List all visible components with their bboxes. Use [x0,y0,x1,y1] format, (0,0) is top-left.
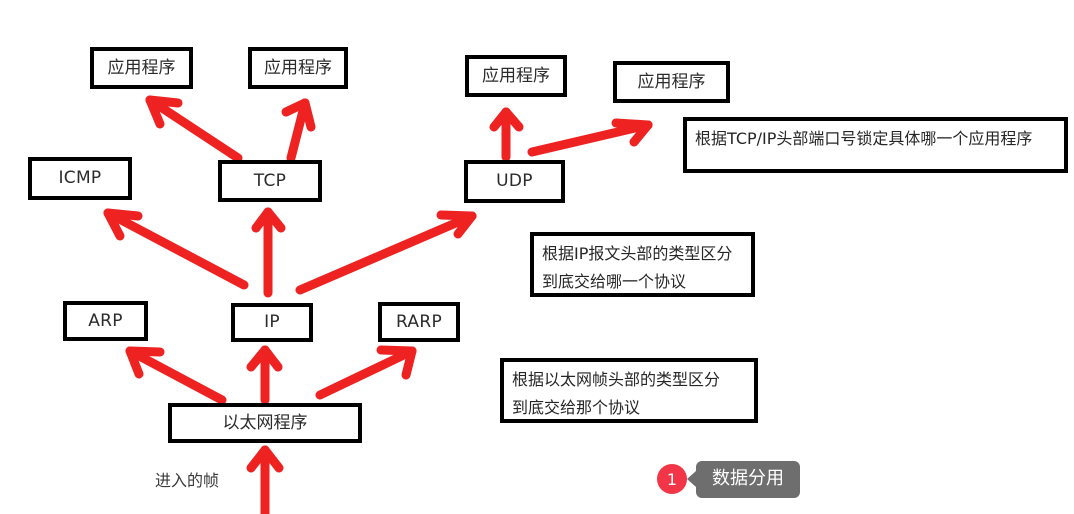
note-ethernet-type-demux: 根据以太网帧头部的类型区分 到底交给那个协议 [500,358,758,423]
node-label: IP [264,312,280,332]
caption-text: 进入的帧 [155,471,220,490]
arrow-ether-to-arp [125,346,227,405]
arrow-ip-to-udp [295,210,477,295]
node-label: TCP [253,170,287,191]
node-udp[interactable]: UDP [464,160,565,203]
callout-number: 1 [666,469,678,489]
arrow-udp-to-app3 [489,107,524,162]
callout-number-badge: 1 [657,464,687,495]
arrow-udp-to-app4 [527,118,653,157]
note-line: 根据以太网帧头部的类型区分 [512,370,721,389]
note-line: 根据IP报文头部的类型区分 [542,244,733,263]
callout-bubble: 数据分用 [687,461,800,498]
node-rarp[interactable]: RARP [378,302,460,342]
node-label: 应用程序 [637,71,706,92]
note-line: 到底交给那个协议 [512,398,641,417]
node-icmp[interactable]: ICMP [28,157,132,200]
node-application-1[interactable]: 应用程序 [90,47,193,89]
arrow-ip-to-tcp [251,207,286,298]
note-ip-type-demux: 根据IP报文头部的类型区分 到底交给哪一个协议 [530,232,755,297]
node-ethernet-program[interactable]: 以太网程序 [168,403,362,443]
arrow-tcp-to-app1 [145,95,243,163]
caption-incoming-frame: 进入的帧 [155,473,219,489]
node-label: 应用程序 [264,57,332,78]
arrow-frame-to-ether [246,445,284,514]
node-arp[interactable]: ARP [63,301,148,341]
node-application-4[interactable]: 应用程序 [613,61,730,103]
arrow-ip-to-icmp [103,208,249,290]
node-label: ARP [88,310,123,331]
node-application-3[interactable]: 应用程序 [465,55,567,97]
note-port-demux: 根据TCP/IP头部端口号锁定具体哪一个应用程序 [683,117,1068,173]
node-label: RARP [395,311,443,332]
arrow-ether-to-ip [246,345,283,405]
node-label: 以太网程序 [222,412,308,433]
note-line: 根据TCP/IP头部端口号锁定具体哪一个应用程序 [695,129,1033,148]
callout-data-demultiplexing[interactable]: 1 数据分用 [657,461,800,498]
node-ip[interactable]: IP [231,303,313,342]
node-label: ICMP [58,168,102,188]
node-tcp[interactable]: TCP [218,160,322,202]
node-label: 应用程序 [482,65,550,86]
callout-label: 数据分用 [712,468,784,489]
arrow-ether-to-rarp [315,345,417,400]
node-label: UDP [496,171,533,191]
node-application-2[interactable]: 应用程序 [248,47,348,89]
node-label: 应用程序 [107,57,176,78]
diagram-canvas: 应用程序 应用程序 应用程序 应用程序 ICMP TCP UDP ARP IP … [0,0,1074,514]
arrow-tcp-to-app2 [281,98,316,163]
note-line: 到底交给哪一个协议 [542,272,687,291]
